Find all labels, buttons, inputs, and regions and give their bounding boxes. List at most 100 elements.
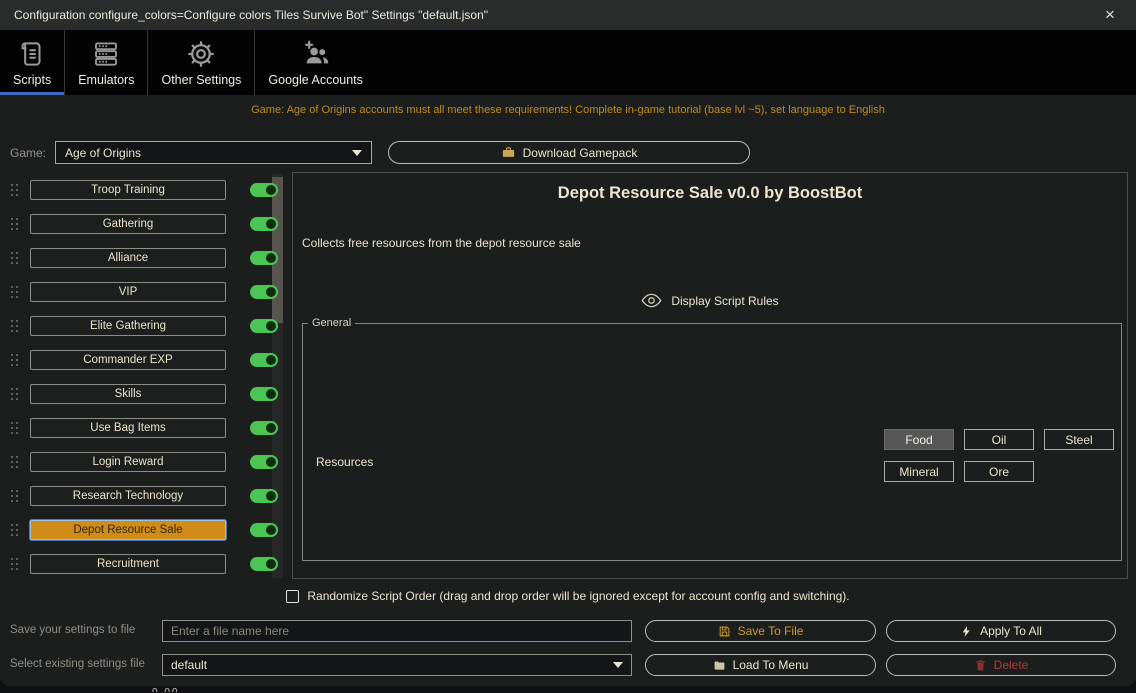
- game-select[interactable]: Age of Origins: [55, 141, 372, 164]
- script-button-research-technology[interactable]: Research Technology: [30, 486, 226, 506]
- download-gamepack-button[interactable]: Download Gamepack: [388, 141, 750, 164]
- script-row-commander-exp: Commander EXP: [0, 350, 292, 372]
- toggle-commander-exp[interactable]: [250, 353, 278, 367]
- tab-label: Emulators: [78, 73, 134, 87]
- load-to-menu-button[interactable]: Load To Menu: [645, 654, 876, 676]
- scroll-icon: [17, 39, 47, 69]
- script-button-alliance[interactable]: Alliance: [30, 248, 226, 268]
- script-description: Collects free resources from the depot r…: [302, 236, 581, 250]
- toggle-research-technology[interactable]: [250, 489, 278, 503]
- apply-to-all-label: Apply To All: [980, 624, 1042, 638]
- drag-handle-icon[interactable]: [11, 252, 19, 265]
- script-button-use-bag-items[interactable]: Use Bag Items: [30, 418, 226, 438]
- script-button-vip[interactable]: VIP: [30, 282, 226, 302]
- resources-label: Resources: [316, 455, 373, 469]
- download-gamepack-label: Download Gamepack: [523, 146, 638, 160]
- requirements-warning: Game: Age of Origins accounts must all m…: [0, 104, 1136, 116]
- tab-other-settings[interactable]: Other Settings: [147, 30, 254, 95]
- general-group-label: General: [308, 317, 355, 329]
- tab-scripts[interactable]: Scripts: [0, 30, 64, 95]
- script-button-login-reward[interactable]: Login Reward: [30, 452, 226, 472]
- drag-handle-icon[interactable]: [11, 218, 19, 231]
- resource-button-ore[interactable]: Ore: [964, 461, 1034, 482]
- resource-button-steel[interactable]: Steel: [1044, 429, 1114, 450]
- people-add-icon: [301, 39, 331, 69]
- tab-emulators[interactable]: Emulators: [64, 30, 147, 95]
- script-button-elite-gathering[interactable]: Elite Gathering: [30, 316, 226, 336]
- toggle-login-reward[interactable]: [250, 455, 278, 469]
- script-row-skills: Skills: [0, 384, 292, 406]
- drag-handle-icon[interactable]: [11, 558, 19, 571]
- toggle-gathering[interactable]: [250, 217, 278, 231]
- save-settings-label: Save your settings to file: [10, 624, 135, 636]
- drag-handle-icon[interactable]: [11, 422, 19, 435]
- script-button-troop-training[interactable]: Troop Training: [30, 180, 226, 200]
- title-bar: Configuration configure_colors=Configure…: [0, 0, 1136, 30]
- tab-label: Scripts: [13, 73, 51, 87]
- resource-button-oil[interactable]: Oil: [964, 429, 1034, 450]
- toggle-vip[interactable]: [250, 285, 278, 299]
- gear-icon: [186, 39, 216, 69]
- script-button-recruitment[interactable]: Recruitment: [30, 554, 226, 574]
- drag-handle-icon[interactable]: [11, 490, 19, 503]
- drag-handle-icon[interactable]: [11, 456, 19, 469]
- resource-button-mineral[interactable]: Mineral: [884, 461, 954, 482]
- drag-handle-icon[interactable]: [11, 388, 19, 401]
- briefcase-icon: [501, 145, 516, 160]
- randomize-label: Randomize Script Order (drag and drop or…: [307, 589, 849, 603]
- script-row-use-bag-items: Use Bag Items: [0, 418, 292, 440]
- script-button-commander-exp[interactable]: Commander EXP: [30, 350, 226, 370]
- file-name-input[interactable]: [162, 620, 632, 642]
- save-to-file-button[interactable]: Save To File: [645, 620, 876, 642]
- window-title: Configuration configure_colors=Configure…: [14, 8, 488, 22]
- trash-icon: [974, 659, 987, 672]
- select-settings-label: Select existing settings file: [10, 658, 145, 670]
- randomize-row: Randomize Script Order (drag and drop or…: [0, 585, 1136, 607]
- script-title: Depot Resource Sale v0.0 by BoostBot: [293, 184, 1127, 203]
- configuration-window: Configuration configure_colors=Configure…: [0, 0, 1136, 686]
- toggle-alliance[interactable]: [250, 251, 278, 265]
- drag-handle-icon[interactable]: [11, 354, 19, 367]
- script-row-recruitment: Recruitment: [0, 554, 292, 576]
- toggle-depot-resource-sale[interactable]: [250, 523, 278, 537]
- script-button-depot-resource-sale[interactable]: Depot Resource Sale: [30, 520, 226, 540]
- drag-handle-icon[interactable]: [11, 184, 19, 197]
- toggle-troop-training[interactable]: [250, 183, 278, 197]
- chevron-down-icon: [352, 150, 362, 156]
- script-row-alliance: Alliance: [0, 248, 292, 270]
- script-row-depot-resource-sale: Depot Resource Sale: [0, 520, 292, 542]
- settings-file-select[interactable]: default: [162, 654, 632, 676]
- toggle-recruitment[interactable]: [250, 557, 278, 571]
- toggle-elite-gathering[interactable]: [250, 319, 278, 333]
- script-button-skills[interactable]: Skills: [30, 384, 226, 404]
- script-row-elite-gathering: Elite Gathering: [0, 316, 292, 338]
- script-row-troop-training: Troop Training: [0, 180, 292, 202]
- script-row-gathering: Gathering: [0, 214, 292, 236]
- script-row-research-technology: Research Technology: [0, 486, 292, 508]
- drag-handle-icon[interactable]: [11, 320, 19, 333]
- tab-label: Other Settings: [161, 73, 241, 87]
- script-row-vip: VIP: [0, 282, 292, 304]
- script-button-gathering[interactable]: Gathering: [30, 214, 226, 234]
- delete-button[interactable]: Delete: [886, 654, 1116, 676]
- general-group: General Resources Food Oil Steel Mineral Ore: [302, 317, 1122, 561]
- lightning-icon: [960, 625, 973, 638]
- resource-button-food[interactable]: Food: [884, 429, 954, 450]
- scripts-sidebar: Troop Training Gathering Alliance VIP Elite …: [0, 172, 292, 580]
- randomize-checkbox[interactable]: [286, 590, 299, 603]
- script-row-login-reward: Login Reward: [0, 452, 292, 474]
- game-label: Game:: [10, 146, 46, 160]
- folder-icon: [713, 659, 726, 672]
- game-select-value: Age of Origins: [65, 146, 141, 160]
- apply-to-all-button[interactable]: Apply To All: [886, 620, 1116, 642]
- drag-handle-icon[interactable]: [11, 286, 19, 299]
- tab-label: Google Accounts: [268, 73, 363, 87]
- tab-google-accounts[interactable]: Google Accounts: [254, 30, 376, 95]
- eye-icon: [641, 290, 662, 311]
- drag-handle-icon[interactable]: [11, 524, 19, 537]
- display-script-rules-button[interactable]: Display Script Rules: [293, 290, 1127, 311]
- toggle-skills[interactable]: [250, 387, 278, 401]
- chevron-down-icon: [613, 662, 623, 668]
- toggle-use-bag-items[interactable]: [250, 421, 278, 435]
- close-icon[interactable]: ×: [1096, 3, 1124, 27]
